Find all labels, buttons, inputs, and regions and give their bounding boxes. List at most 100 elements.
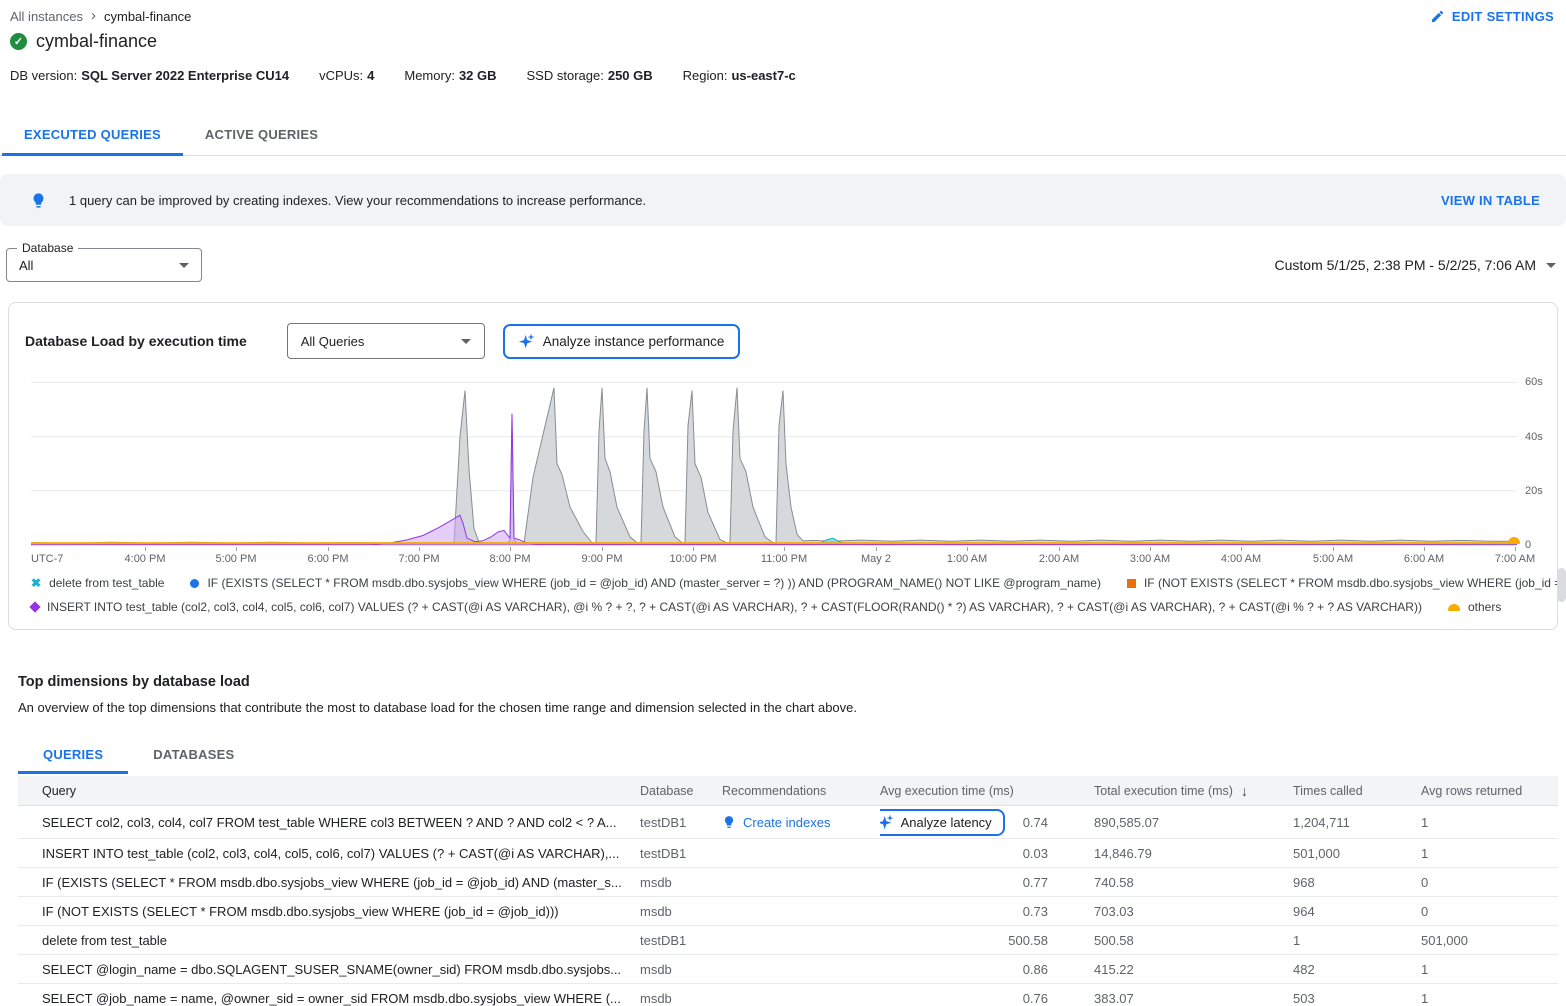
analyze-instance-performance-button[interactable]: Analyze instance performance	[503, 324, 741, 359]
database-cell: msdb	[640, 991, 722, 1006]
tab-databases[interactable]: DATABASES	[128, 735, 259, 774]
x-axis-label: 7:00 PM	[399, 553, 440, 565]
column-header-c5[interactable]: Total execution time (ms)↓	[1048, 783, 1275, 799]
scrollbar-thumb[interactable]	[1557, 568, 1566, 602]
x-axis-label: 4:00 AM	[1221, 553, 1261, 565]
x-marker-icon: ✖	[31, 577, 41, 589]
times-called-cell: 501,000	[1275, 846, 1403, 861]
create-indexes-link[interactable]: Create indexes	[722, 815, 880, 830]
database-select[interactable]: Database All	[6, 248, 202, 282]
column-header-c6[interactable]: Times called	[1275, 784, 1403, 798]
create-indexes-label: Create indexes	[743, 815, 830, 830]
query-cell: delete from test_table	[18, 933, 640, 948]
column-header-c4[interactable]: Avg execution time (ms)	[880, 784, 1048, 798]
spec-item-2: Memory:32 GB	[404, 68, 496, 83]
legend-label: others	[1468, 600, 1501, 614]
database-cell: testDB1	[640, 933, 722, 948]
avg-execution-time-cell: 500.58	[880, 933, 1048, 948]
analyze-latency-button[interactable]: Analyze latency	[880, 809, 1005, 836]
edit-settings-button[interactable]: EDIT SETTINGS	[1430, 9, 1554, 24]
database-cell: testDB1	[640, 846, 722, 861]
spec-item-1: vCPUs:4	[319, 68, 374, 83]
chart-title: Database Load by execution time	[25, 333, 247, 349]
legend-item-4[interactable]: others	[1448, 600, 1501, 614]
table-row[interactable]: INSERT INTO test_table (col2, col3, col4…	[18, 839, 1558, 868]
column-header-c7[interactable]: Avg rows returned	[1403, 784, 1558, 798]
x-axis-label: 5:00 PM	[216, 553, 257, 565]
y-axis-label: 20s	[1525, 485, 1543, 497]
chart-x-axis: UTC-74:00 PM5:00 PM6:00 PM7:00 PM8:00 PM…	[31, 547, 1517, 567]
x-axis-label: 3:00 AM	[1130, 553, 1170, 565]
column-header-c3[interactable]: Recommendations	[722, 784, 880, 798]
avg-rows-returned-cell: 1	[1403, 815, 1558, 830]
spec-item-4: Region:us-east7-c	[683, 68, 796, 83]
x-axis-label: 6:00 PM	[308, 553, 349, 565]
time-range-selector[interactable]: Custom 5/1/25, 2:38 PM - 5/2/25, 7:06 AM	[1275, 257, 1556, 273]
x-axis-label: 9:00 PM	[582, 553, 623, 565]
table-row[interactable]: SELECT @job_name = name, @owner_sid = ow…	[18, 984, 1558, 1006]
x-axis-tick	[693, 547, 694, 551]
table-row[interactable]: IF (EXISTS (SELECT * FROM msdb.dbo.sysjo…	[18, 868, 1558, 897]
legend-item-2[interactable]: IF (NOT EXISTS (SELECT * FROM msdb.dbo.s…	[1127, 576, 1566, 590]
query-filter-select[interactable]: All Queries	[287, 323, 485, 359]
database-load-chart[interactable]: UTC-74:00 PM5:00 PM6:00 PM7:00 PM8:00 PM…	[31, 377, 1559, 569]
tab-executed-queries[interactable]: EXECUTED QUERIES	[2, 113, 183, 155]
x-axis-tick	[236, 547, 237, 551]
total-execution-time-cell: 383.07	[1048, 991, 1275, 1006]
x-axis-label: 2:00 AM	[1039, 553, 1079, 565]
x-axis-tick	[1333, 547, 1334, 551]
view-in-table-button[interactable]: VIEW IN TABLE	[1441, 193, 1540, 208]
legend-label: INSERT INTO test_table (col2, col3, col4…	[47, 600, 1422, 614]
total-execution-time-cell: 415.22	[1048, 962, 1275, 977]
chevron-down-icon	[1546, 263, 1556, 268]
total-execution-time-cell: 890,585.07	[1048, 815, 1275, 830]
edit-settings-label: EDIT SETTINGS	[1452, 9, 1554, 24]
lightbulb-icon	[30, 192, 47, 209]
column-header-c1[interactable]: Query	[18, 784, 640, 798]
query-cell: INSERT INTO test_table (col2, col3, col4…	[18, 846, 640, 861]
x-axis-label: May 2	[861, 553, 891, 565]
column-header-c2[interactable]: Database	[640, 784, 722, 798]
avg-execution-time-cell: 0.73	[880, 904, 1048, 919]
top-dimensions-section: Top dimensions by database load An overv…	[0, 674, 1566, 774]
table-row[interactable]: IF (NOT EXISTS (SELECT * FROM msdb.dbo.s…	[18, 897, 1558, 926]
legend-item-0[interactable]: ✖delete from test_table	[31, 576, 164, 590]
tab-queries[interactable]: QUERIES	[18, 735, 128, 774]
x-axis-tick	[602, 547, 603, 551]
x-axis-label: 11:00 PM	[761, 553, 807, 565]
gemini-sparkle-icon	[880, 814, 894, 830]
tab-active-queries[interactable]: ACTIVE QUERIES	[183, 113, 340, 155]
table-row[interactable]: delete from test_tabletestDB1500.58500.5…	[18, 926, 1558, 955]
chevron-right-icon: ›	[91, 7, 96, 24]
analyze-latency-label: Analyze latency	[901, 815, 992, 830]
legend-label: IF (NOT EXISTS (SELECT * FROM msdb.dbo.s…	[1144, 576, 1566, 590]
legend-item-3[interactable]: INSERT INTO test_table (col2, col3, col4…	[31, 600, 1422, 614]
avg-rows-returned-cell: 1	[1403, 962, 1558, 977]
x-axis-tick	[1515, 547, 1516, 551]
query-cell: SELECT col2, col3, col4, col7 FROM test_…	[18, 815, 640, 830]
avg-rows-returned-cell: 1	[1403, 991, 1558, 1006]
page-title: cymbal-finance	[36, 31, 157, 52]
instance-specs: DB version:SQL Server 2022 Enterprise CU…	[0, 52, 1566, 83]
database-load-card: Database Load by execution time All Quer…	[8, 302, 1558, 630]
total-execution-time-cell: 14,846.79	[1048, 846, 1275, 861]
legend-label: IF (EXISTS (SELECT * FROM msdb.dbo.sysjo…	[207, 576, 1101, 590]
spec-item-3: SSD storage:250 GB	[527, 68, 653, 83]
legend-item-1[interactable]: IF (EXISTS (SELECT * FROM msdb.dbo.sysjo…	[190, 576, 1101, 590]
table-row[interactable]: SELECT @login_name = dbo.SQLAGENT_SUSER_…	[18, 955, 1558, 984]
instance-healthy-icon: ✓	[10, 33, 27, 50]
gemini-sparkle-icon	[519, 333, 535, 349]
sort-descending-icon[interactable]: ↓	[1241, 783, 1248, 799]
avg-rows-returned-cell: 0	[1403, 904, 1558, 919]
database-cell: msdb	[640, 875, 722, 890]
table-row[interactable]: SELECT col2, col3, col4, col7 FROM test_…	[18, 806, 1558, 839]
breadcrumb-all-instances[interactable]: All instances	[10, 9, 83, 24]
lightbulb-icon	[722, 815, 736, 829]
top-dimensions-description: An overview of the top dimensions that c…	[18, 700, 1566, 715]
avg-execution-time-cell: 0.77	[880, 875, 1048, 890]
x-axis-tick	[1241, 547, 1242, 551]
x-axis-tick	[1059, 547, 1060, 551]
database-cell: msdb	[640, 904, 722, 919]
table-body: SELECT col2, col3, col4, col7 FROM test_…	[18, 806, 1558, 1006]
time-range-value: Custom 5/1/25, 2:38 PM - 5/2/25, 7:06 AM	[1275, 257, 1536, 273]
